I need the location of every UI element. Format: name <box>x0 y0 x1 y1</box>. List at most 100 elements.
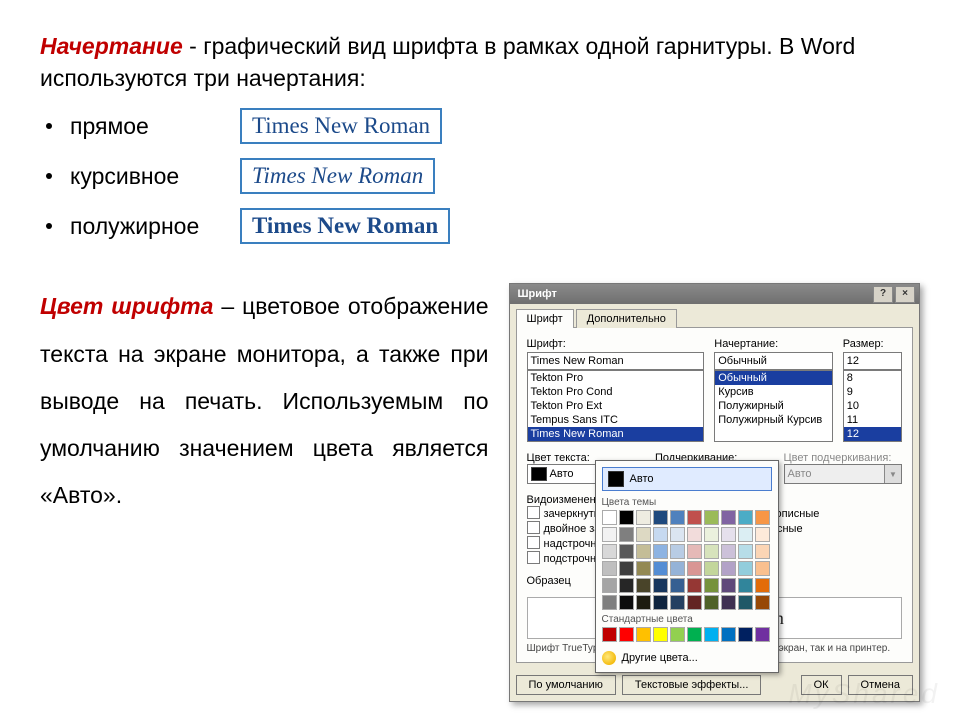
color-swatch[interactable] <box>721 561 736 576</box>
font-listbox[interactable]: Tekton Pro Tekton Pro Cond Tekton Pro Ex… <box>527 370 705 442</box>
color-swatch[interactable] <box>755 627 770 642</box>
list-item[interactable]: Полужирный <box>715 399 832 413</box>
style-listbox[interactable]: Обычный Курсив Полужирный Полужирный Кур… <box>714 370 833 442</box>
color-swatch[interactable] <box>619 627 634 642</box>
color-swatch[interactable] <box>738 595 753 610</box>
color-swatch[interactable] <box>602 561 617 576</box>
color-swatch[interactable] <box>721 544 736 559</box>
color-swatch[interactable] <box>704 544 719 559</box>
color-swatch[interactable] <box>602 527 617 542</box>
color-swatch[interactable] <box>636 561 651 576</box>
color-swatch[interactable] <box>636 510 651 525</box>
color-swatch[interactable] <box>670 595 685 610</box>
color-swatch[interactable] <box>670 561 685 576</box>
color-swatch[interactable] <box>619 510 634 525</box>
color-swatch[interactable] <box>636 627 651 642</box>
list-item[interactable]: 10 <box>844 399 901 413</box>
size-input[interactable]: 12 <box>843 352 902 370</box>
color-swatch[interactable] <box>687 561 702 576</box>
color-swatch[interactable] <box>755 595 770 610</box>
color-swatch[interactable] <box>721 595 736 610</box>
color-swatch[interactable] <box>721 510 736 525</box>
color-swatch[interactable] <box>653 595 668 610</box>
color-swatch[interactable] <box>619 595 634 610</box>
text-effects-button[interactable]: Текстовые эффекты... <box>622 675 762 695</box>
color-swatch[interactable] <box>704 595 719 610</box>
color-swatch[interactable] <box>619 578 634 593</box>
color-auto-option[interactable]: Авто <box>602 467 772 491</box>
color-swatch[interactable] <box>670 527 685 542</box>
color-swatch[interactable] <box>721 527 736 542</box>
list-item[interactable]: Tekton Pro Cond <box>528 385 704 399</box>
color-swatch[interactable] <box>738 627 753 642</box>
color-swatch[interactable] <box>636 544 651 559</box>
ok-button[interactable]: ОК <box>801 675 842 695</box>
list-item-selected[interactable]: Times New Roman <box>528 427 704 441</box>
list-item[interactable]: Полужирный Курсив <box>715 413 832 427</box>
list-item[interactable]: 8 <box>844 371 901 385</box>
color-swatch[interactable] <box>704 510 719 525</box>
color-swatch[interactable] <box>755 510 770 525</box>
color-swatch[interactable] <box>738 510 753 525</box>
color-swatch[interactable] <box>755 561 770 576</box>
color-swatch[interactable] <box>653 578 668 593</box>
color-swatch[interactable] <box>738 578 753 593</box>
color-swatch[interactable] <box>619 561 634 576</box>
color-swatch[interactable] <box>670 627 685 642</box>
color-swatch[interactable] <box>653 561 668 576</box>
color-swatch[interactable] <box>670 578 685 593</box>
color-swatch[interactable] <box>636 595 651 610</box>
color-swatch[interactable] <box>653 544 668 559</box>
color-swatch[interactable] <box>636 578 651 593</box>
color-swatch[interactable] <box>636 527 651 542</box>
size-listbox[interactable]: 8 9 10 11 12 <box>843 370 902 442</box>
list-item[interactable]: Tekton Pro Ext <box>528 399 704 413</box>
color-swatch[interactable] <box>619 544 634 559</box>
color-swatch[interactable] <box>687 510 702 525</box>
list-item[interactable]: 11 <box>844 413 901 427</box>
cancel-button[interactable]: Отмена <box>848 675 913 695</box>
color-swatch[interactable] <box>721 627 736 642</box>
list-item-selected[interactable]: 12 <box>844 427 901 441</box>
font-input[interactable]: Times New Roman <box>527 352 705 370</box>
color-swatch[interactable] <box>619 527 634 542</box>
color-swatch[interactable] <box>602 595 617 610</box>
style-input[interactable]: Обычный <box>714 352 833 370</box>
default-button[interactable]: По умолчанию <box>516 675 616 695</box>
more-colors-option[interactable]: Другие цвета... <box>602 648 772 668</box>
color-swatch[interactable] <box>704 578 719 593</box>
list-item[interactable]: Tempus Sans ITC <box>528 413 704 427</box>
color-swatch[interactable] <box>687 595 702 610</box>
list-item[interactable]: Tekton Pro <box>528 371 704 385</box>
help-button[interactable]: ? <box>873 286 893 303</box>
color-swatch[interactable] <box>755 544 770 559</box>
color-swatch[interactable] <box>687 578 702 593</box>
color-swatch[interactable] <box>602 544 617 559</box>
color-swatch[interactable] <box>602 627 617 642</box>
color-swatch[interactable] <box>755 527 770 542</box>
color-swatch[interactable] <box>670 510 685 525</box>
list-item-selected[interactable]: Обычный <box>715 371 832 385</box>
dialog-titlebar[interactable]: Шрифт ? × <box>510 284 920 304</box>
color-swatch[interactable] <box>721 578 736 593</box>
color-swatch[interactable] <box>704 561 719 576</box>
color-swatch[interactable] <box>704 527 719 542</box>
color-swatch[interactable] <box>738 527 753 542</box>
color-swatch[interactable] <box>755 578 770 593</box>
color-swatch[interactable] <box>602 578 617 593</box>
color-swatch[interactable] <box>653 527 668 542</box>
list-item[interactable]: Курсив <box>715 385 832 399</box>
color-swatch[interactable] <box>704 627 719 642</box>
close-button[interactable]: × <box>895 286 915 303</box>
color-swatch[interactable] <box>687 627 702 642</box>
color-swatch[interactable] <box>687 527 702 542</box>
color-swatch[interactable] <box>738 544 753 559</box>
color-swatch[interactable] <box>670 544 685 559</box>
color-swatch[interactable] <box>653 627 668 642</box>
color-swatch[interactable] <box>602 510 617 525</box>
tab-font[interactable]: Шрифт <box>516 309 574 328</box>
color-swatch[interactable] <box>738 561 753 576</box>
list-item[interactable]: 9 <box>844 385 901 399</box>
tab-advanced[interactable]: Дополнительно <box>576 309 677 328</box>
color-swatch[interactable] <box>653 510 668 525</box>
